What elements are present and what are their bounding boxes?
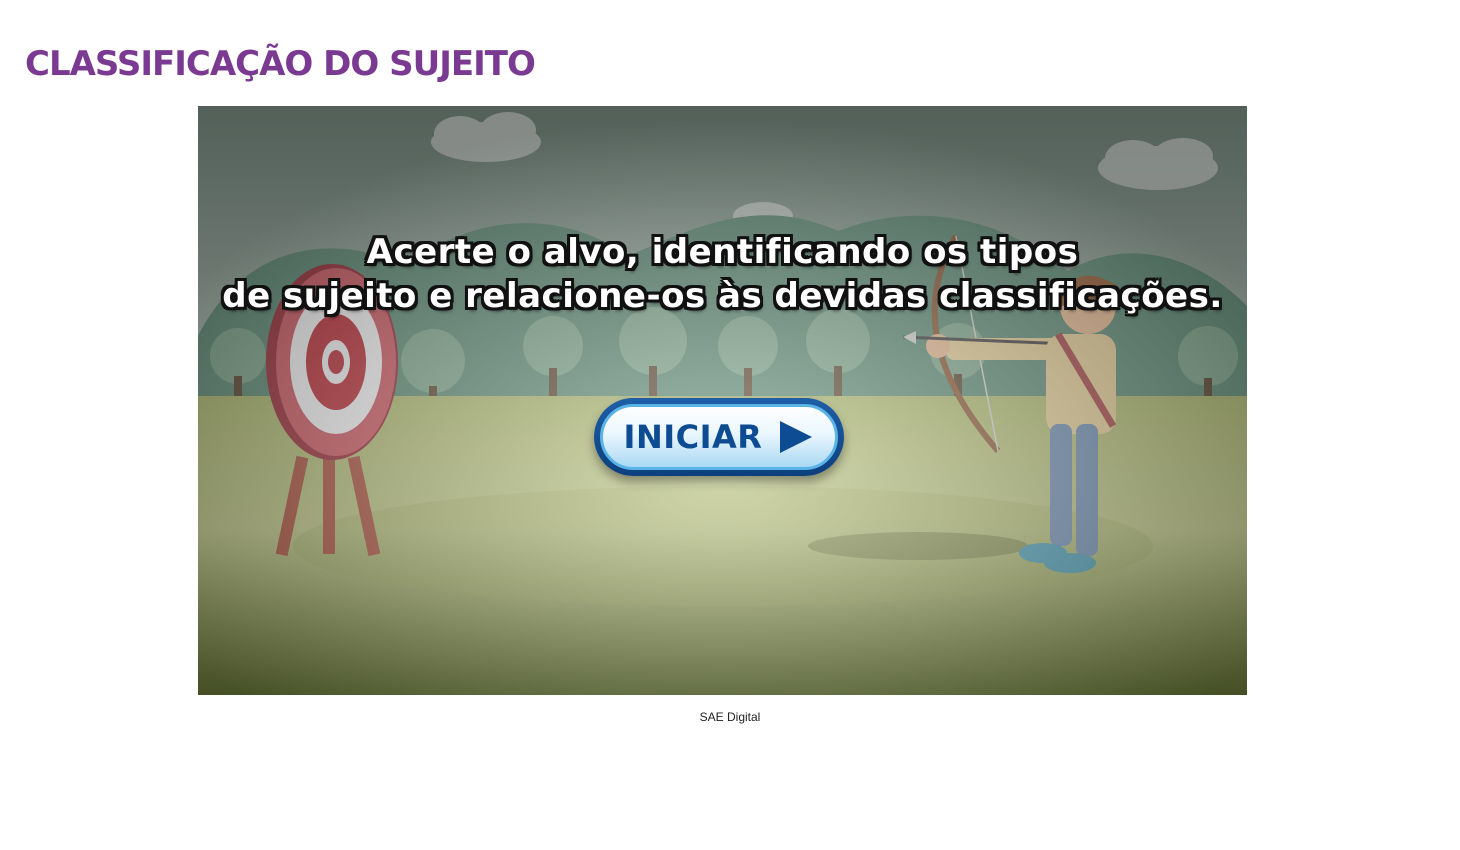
game-instructions: Acerte o alvo, identificando os tipos de… xyxy=(198,230,1247,318)
start-button[interactable]: INICIAR xyxy=(594,398,844,476)
instructions-line-1: Acerte o alvo, identificando os tipos xyxy=(366,232,1079,272)
play-arrow-icon xyxy=(780,421,813,453)
instructions-line-2: de sujeito e relacione-os às devidas cla… xyxy=(222,276,1223,316)
page-title: CLASSIFICAÇÃO DO SUJEITO xyxy=(25,44,536,84)
start-button-face[interactable]: INICIAR xyxy=(600,404,838,470)
game-stage[interactable]: Acerte o alvo, identificando os tipos de… xyxy=(198,106,1247,695)
start-button-label: INICIAR xyxy=(623,418,763,456)
footer-credit: SAE Digital xyxy=(699,710,761,724)
